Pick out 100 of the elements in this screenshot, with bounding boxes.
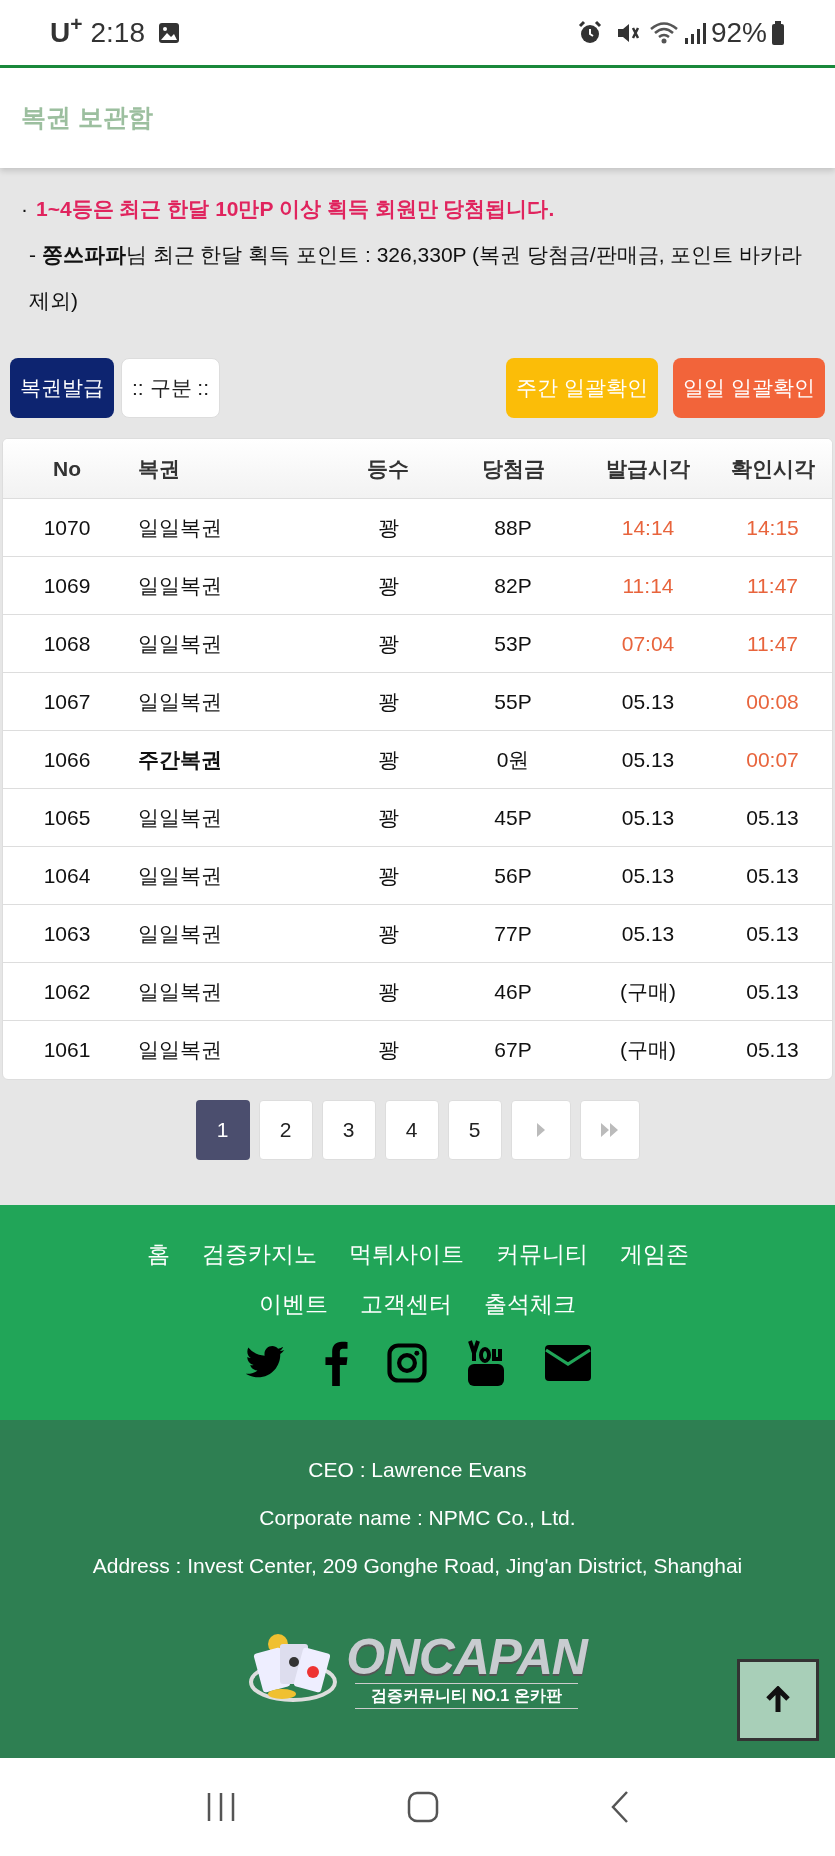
table-cell-text: 53P bbox=[494, 630, 532, 657]
table-cell-text: 82P bbox=[494, 572, 532, 599]
battery-icon bbox=[771, 19, 785, 46]
back-icon[interactable] bbox=[609, 1790, 630, 1824]
table-cell-text: (구매) bbox=[620, 978, 676, 1005]
table-cell-text: 일일복권 bbox=[137, 572, 222, 599]
table-cell-text: 일일복권 bbox=[137, 978, 222, 1005]
action-button[interactable]: 일일 일괄확인 bbox=[673, 358, 825, 418]
table-cell-text: 1067 bbox=[43, 688, 91, 715]
table-cell-text: 0원 bbox=[496, 746, 530, 773]
table-cell-text: 일일복권 bbox=[137, 630, 222, 657]
mail-icon[interactable] bbox=[543, 1344, 592, 1382]
column-header: 당첨금 bbox=[481, 455, 545, 482]
battery-percent: 92% bbox=[710, 15, 767, 50]
table-cell-text: 05.13 bbox=[746, 804, 799, 831]
scroll-top-button[interactable] bbox=[737, 1659, 819, 1741]
page-button[interactable]: 4 bbox=[384, 1100, 439, 1160]
wifi-icon bbox=[648, 19, 679, 46]
table-cell-text: 55P bbox=[494, 688, 532, 715]
table-cell-text: 꽝 bbox=[377, 920, 399, 947]
table-cell-text: 1062 bbox=[43, 978, 91, 1005]
notice-warning: 1~4등은 최근 한달 10만P 이상 획득 회원만 당첨됩니다. bbox=[36, 196, 555, 222]
image-icon bbox=[157, 20, 181, 45]
table-cell-text: 1063 bbox=[43, 920, 91, 947]
table-cell-text: 주간복권 bbox=[137, 746, 222, 773]
table-cell-text: 67P bbox=[494, 1037, 532, 1064]
table-cell-text: 46P bbox=[494, 978, 532, 1005]
table-cell-text: 05.13 bbox=[746, 862, 799, 889]
table-cell-text: 05.13 bbox=[746, 1037, 799, 1064]
action-button[interactable]: 주간 일괄확인 bbox=[506, 358, 659, 418]
footer-link[interactable]: 홈 bbox=[146, 1229, 170, 1279]
table-cell-text: 1066 bbox=[43, 746, 91, 773]
camera-icon[interactable] bbox=[385, 1342, 428, 1384]
table-cell-text: 1069 bbox=[43, 572, 91, 599]
table-cell-text: 꽝 bbox=[377, 688, 399, 715]
brand-logo-text: ONCAPAN bbox=[346, 1631, 587, 1683]
table-cell-text: 88P bbox=[494, 514, 532, 541]
company-info: Address : Invest Center, 209 Gonghe Road, Jing'an District, Shanghai bbox=[92, 1553, 743, 1579]
table-cell-text: 일일복권 bbox=[137, 862, 222, 889]
company-info: Corporate name : NPMC Co., Ltd. bbox=[259, 1505, 576, 1531]
table-cell-text: 05.13 bbox=[621, 804, 675, 831]
table-cell-text: 05.13 bbox=[621, 920, 675, 947]
table-cell-text: (구매) bbox=[620, 1037, 676, 1064]
footer-link[interactable]: 이벤트 bbox=[259, 1279, 328, 1329]
table-cell-text: 45P bbox=[494, 804, 532, 831]
video-logo-icon[interactable] bbox=[465, 1339, 506, 1387]
footer-link[interactable]: 출석체크 bbox=[484, 1279, 576, 1329]
carrier-label: U$^{+}$ bbox=[50, 11, 83, 50]
table-cell-text: 14:14 bbox=[621, 514, 675, 541]
page-button[interactable]: 2 bbox=[258, 1100, 313, 1160]
table-cell-text: 56P bbox=[494, 862, 532, 889]
page-button[interactable]: 1 bbox=[195, 1100, 250, 1160]
table-cell-text: 11:47 bbox=[747, 572, 798, 599]
table-cell-text: 꽝 bbox=[377, 630, 399, 657]
table-cell-text: 1068 bbox=[43, 630, 91, 657]
table-cell-text: 1064 bbox=[43, 862, 91, 889]
footer-link[interactable]: 커뮤니티 bbox=[495, 1229, 588, 1279]
alarm-icon bbox=[576, 19, 603, 46]
table-cell-text: 05.13 bbox=[621, 688, 675, 715]
table-cell-text: 일일복권 bbox=[137, 514, 222, 541]
table-cell-text: 11:47 bbox=[747, 630, 798, 657]
table-cell-text: 꽝 bbox=[377, 514, 399, 541]
table-cell-text: 05.13 bbox=[621, 746, 675, 773]
company-info: CEO : Lawrence Evans bbox=[308, 1457, 527, 1483]
table-cell-text: 1061 bbox=[43, 1037, 91, 1064]
table-cell-text: 꽝 bbox=[377, 804, 399, 831]
double-triangle-icon bbox=[600, 1123, 619, 1137]
table-cell-text: 11:14 bbox=[622, 572, 674, 599]
points-notice: - 쫑쓰파파님 최근 한달 획득 포인트 : 326,330P (복권 당첨금/판매금, 포인트 바카라 제외) bbox=[28, 242, 804, 314]
table-cell-text: 00:07 bbox=[746, 746, 799, 773]
column-header: No bbox=[53, 455, 81, 482]
table-cell-text: 07:04 bbox=[621, 630, 675, 657]
page-button[interactable]: 3 bbox=[321, 1100, 376, 1160]
table-cell-text: 꽝 bbox=[377, 862, 399, 889]
brand-tagline: 검증커뮤니티 NO.1 온카판 bbox=[355, 1683, 578, 1709]
footer-link[interactable]: 게임존 bbox=[619, 1229, 689, 1279]
table-cell-text: 00:08 bbox=[746, 688, 799, 715]
category-select[interactable]: :: 구분 :: bbox=[121, 358, 220, 418]
footer-link[interactable]: 검증카지노 bbox=[201, 1229, 317, 1279]
table-cell-text: 05.13 bbox=[746, 920, 799, 947]
page-title: 복권 보관함 bbox=[21, 102, 153, 134]
table-cell-text: 꽝 bbox=[377, 1037, 399, 1064]
footer-link[interactable]: 고객센터 bbox=[360, 1279, 452, 1329]
letter-f-icon[interactable] bbox=[323, 1340, 348, 1386]
table-cell-text: 77P bbox=[494, 920, 532, 947]
column-header: 등수 bbox=[367, 455, 409, 482]
table-cell-text: 일일복권 bbox=[137, 920, 222, 947]
table-cell-text: 05.13 bbox=[746, 978, 799, 1005]
table-cell-text: 1070 bbox=[43, 514, 91, 541]
action-button[interactable]: 복권발급 bbox=[10, 358, 114, 418]
home-icon[interactable] bbox=[406, 1791, 439, 1823]
page-button[interactable]: 5 bbox=[447, 1100, 502, 1160]
table-cell-text: 일일복권 bbox=[137, 1037, 222, 1064]
table-cell-text: 꽝 bbox=[377, 572, 399, 599]
table-cell-text: 꽝 bbox=[377, 978, 399, 1005]
table-cell-text: 일일복권 bbox=[137, 688, 222, 715]
triangle-right-icon bbox=[535, 1123, 546, 1137]
footer-link[interactable]: 먹튀사이트 bbox=[348, 1229, 464, 1279]
table-cell-text: 05.13 bbox=[621, 862, 675, 889]
recent-apps-icon[interactable] bbox=[205, 1791, 236, 1823]
